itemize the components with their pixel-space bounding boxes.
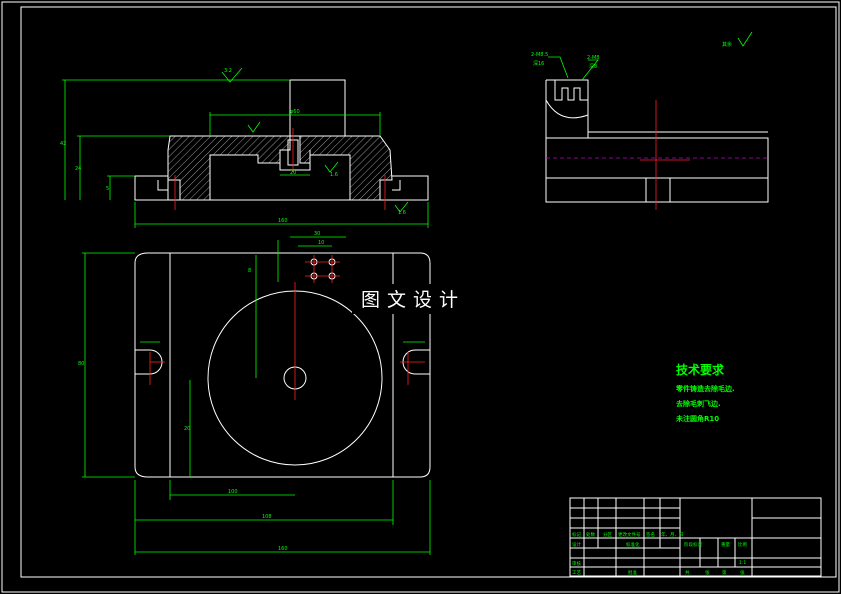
dim-base-height: 5 bbox=[106, 186, 109, 192]
technical-requirements: 技术要求 零件铸造去除毛边. 去除毛刺飞边. 未注圆角R10 bbox=[675, 362, 735, 423]
dim-slot-width-plan: 8 bbox=[248, 268, 251, 274]
section-hatch-left bbox=[167, 135, 291, 201]
finish-base: 1.6 bbox=[398, 210, 406, 216]
plan-view: 30 10 8 80 20 100 108 160 bbox=[78, 231, 431, 555]
dim-height-inner: 80 bbox=[78, 361, 84, 367]
callout-depth: 深16 bbox=[533, 60, 544, 67]
tb-scale-value: 1:1 bbox=[739, 560, 746, 566]
dim-step-height: 24 bbox=[75, 166, 81, 172]
tb-label-review: 审核 bbox=[572, 560, 581, 567]
callout-pin-depth: 深8 bbox=[589, 63, 597, 70]
dim-height-outer: 20 bbox=[184, 426, 190, 432]
tb-label-sign: 签名 bbox=[646, 531, 655, 538]
tb-label-scale: 比例 bbox=[738, 541, 747, 548]
tech-req-title: 技术要求 bbox=[676, 362, 725, 377]
section-view: 160 42 24 5 φ60 20 3.2 1.6 1.6 bbox=[60, 67, 429, 228]
finish-mid: 1.6 bbox=[330, 172, 338, 178]
tb-label-zone: 分区 bbox=[603, 531, 612, 538]
dim-hole-offset: 10 bbox=[318, 240, 324, 246]
dim-width-outer: 160 bbox=[278, 546, 288, 552]
tech-req-line-2: 去除毛刺飞边. bbox=[676, 399, 721, 408]
tb-label-sheet: 张 bbox=[740, 569, 745, 576]
dim-overall-width: 160 bbox=[278, 218, 288, 224]
tech-req-line-3: 未注圆角R10 bbox=[676, 414, 719, 423]
section-hatch-right bbox=[299, 135, 393, 201]
tb-label-approve: 批准 bbox=[628, 569, 637, 576]
dim-total-height: 42 bbox=[60, 141, 66, 147]
tb-label-process: 工艺 bbox=[572, 570, 581, 576]
callout-thread: 2-M8.5 bbox=[531, 52, 548, 58]
dim-slot-width: 20 bbox=[290, 170, 296, 176]
tb-label-stage: 阶段标记 bbox=[684, 541, 702, 548]
tech-req-line-1: 零件铸造去除毛边. bbox=[675, 384, 735, 393]
side-view: 2-M8.5 深16 2-M8 深8 其余 bbox=[531, 31, 770, 210]
tb-label-weight: 重量 bbox=[721, 541, 730, 548]
tb-label-sheets: 张 bbox=[705, 569, 710, 576]
tb-label-standard: 标准化 bbox=[626, 541, 640, 548]
tb-label-design: 设计 bbox=[572, 541, 581, 548]
cad-drawing-canvas: 160 42 24 5 φ60 20 3.2 1.6 1.6 2-M8.5 深1… bbox=[1, 1, 840, 593]
dim-top-boss: φ60 bbox=[290, 109, 300, 115]
dim-half-width: 100 bbox=[228, 489, 238, 495]
finish-top: 3.2 bbox=[224, 68, 232, 74]
title-block: 标记 处数 分区 更改文件号 签名 年、月、日 设计 标准化 审核 工艺 批准 … bbox=[569, 497, 822, 577]
watermark-text: 图文设计 bbox=[361, 289, 465, 311]
tb-label-total: 共 bbox=[685, 569, 690, 576]
tb-label-date: 年、月、日 bbox=[661, 531, 684, 538]
tb-label-mark: 标记 bbox=[572, 531, 581, 538]
tb-label-change: 更改文件号 bbox=[618, 531, 641, 538]
roughness-other: 其余 bbox=[722, 41, 732, 48]
tb-label-no: 第 bbox=[722, 569, 727, 576]
tb-label-count: 处数 bbox=[586, 531, 595, 538]
dim-width-inner: 108 bbox=[262, 514, 272, 520]
callout-pin: 2-M8 bbox=[587, 55, 599, 61]
dim-hole-spacing: 30 bbox=[314, 231, 320, 237]
